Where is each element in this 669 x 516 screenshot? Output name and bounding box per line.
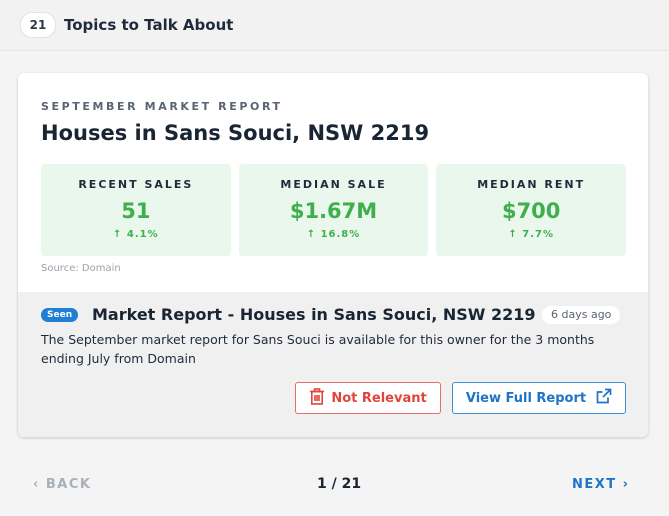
view-full-report-button[interactable]: View Full Report bbox=[452, 382, 626, 414]
view-full-report-label: View Full Report bbox=[465, 390, 587, 406]
back-button[interactable]: ‹ BACK bbox=[33, 477, 91, 492]
stat-label: MEDIAN RENT bbox=[477, 178, 586, 191]
page-indicator: 1 / 21 bbox=[317, 476, 362, 492]
stat-median-rent: MEDIAN RENT $700 ↑ 7.7% bbox=[436, 164, 627, 256]
topic-count-badge: 21 bbox=[20, 12, 56, 38]
stat-label: MEDIAN SALE bbox=[280, 178, 387, 191]
stat-change: ↑ 7.7% bbox=[508, 229, 554, 240]
topic-item-panel: Seen Market Report - Houses in Sans Souc… bbox=[18, 292, 648, 437]
topic-item-title: Market Report - Houses in Sans Souci, NS… bbox=[92, 305, 536, 324]
stat-label: RECENT SALES bbox=[78, 178, 194, 191]
stats-row: RECENT SALES 51 ↑ 4.1% MEDIAN SALE $1.67… bbox=[41, 164, 627, 256]
trash-icon bbox=[309, 387, 331, 409]
report-title: Houses in Sans Souci, NSW 2219 bbox=[41, 121, 430, 145]
next-button[interactable]: NEXT › bbox=[572, 477, 630, 492]
stat-value: $700 bbox=[501, 199, 561, 223]
stat-median-sale: MEDIAN SALE $1.67M ↑ 16.8% bbox=[238, 164, 429, 256]
stat-change: ↑ 4.1% bbox=[113, 229, 159, 240]
stat-recent-sales: RECENT SALES 51 ↑ 4.1% bbox=[41, 164, 231, 256]
stat-value: $1.67M bbox=[289, 199, 378, 223]
time-ago-badge: 6 days ago bbox=[542, 306, 621, 324]
not-relevant-button[interactable]: Not Relevant bbox=[295, 382, 441, 414]
report-kicker: SEPTEMBER MARKET REPORT bbox=[41, 100, 283, 113]
seen-badge: Seen bbox=[41, 308, 79, 322]
topic-item-description: The September market report for Sans Sou… bbox=[41, 332, 595, 366]
external-link-icon bbox=[586, 388, 612, 408]
top-bar: 21 Topics to Talk About bbox=[0, 0, 669, 51]
market-report-card: SEPTEMBER MARKET REPORT Houses in Sans S… bbox=[18, 73, 648, 437]
source-note: Source: Domain bbox=[41, 263, 121, 274]
stat-change: ↑ 16.8% bbox=[306, 229, 361, 240]
stat-value: 51 bbox=[121, 199, 151, 223]
page-title: Topics to Talk About bbox=[64, 16, 234, 34]
not-relevant-label: Not Relevant bbox=[331, 390, 427, 406]
